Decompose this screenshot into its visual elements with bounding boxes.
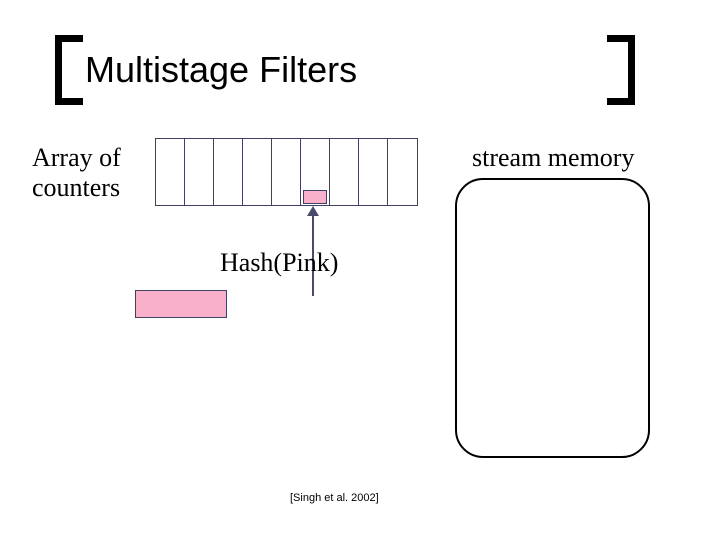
counter-cell xyxy=(301,139,330,205)
counter-cell xyxy=(243,139,272,205)
packet-box xyxy=(135,290,227,318)
counter-cell xyxy=(388,139,417,205)
counter-cell xyxy=(185,139,214,205)
citation-text: [Singh et al. 2002] xyxy=(290,492,379,504)
array-of-counters-label: Array of counters xyxy=(32,143,121,203)
hash-function-label: Hash(Pink) xyxy=(220,248,338,278)
counter-array xyxy=(155,138,418,206)
bracket-left-icon xyxy=(55,35,83,105)
counter-cell xyxy=(330,139,359,205)
counter-cell xyxy=(214,139,243,205)
counter-cell xyxy=(272,139,301,205)
counter-cell xyxy=(156,139,185,205)
bracket-right-icon xyxy=(607,35,635,105)
stream-memory-label: stream memory xyxy=(472,143,634,173)
counter-fill xyxy=(303,190,327,204)
slide-title: Multistage Filters xyxy=(55,35,635,105)
stream-memory-box xyxy=(455,178,650,458)
counter-cell xyxy=(359,139,388,205)
title-text: Multistage Filters xyxy=(85,49,357,91)
